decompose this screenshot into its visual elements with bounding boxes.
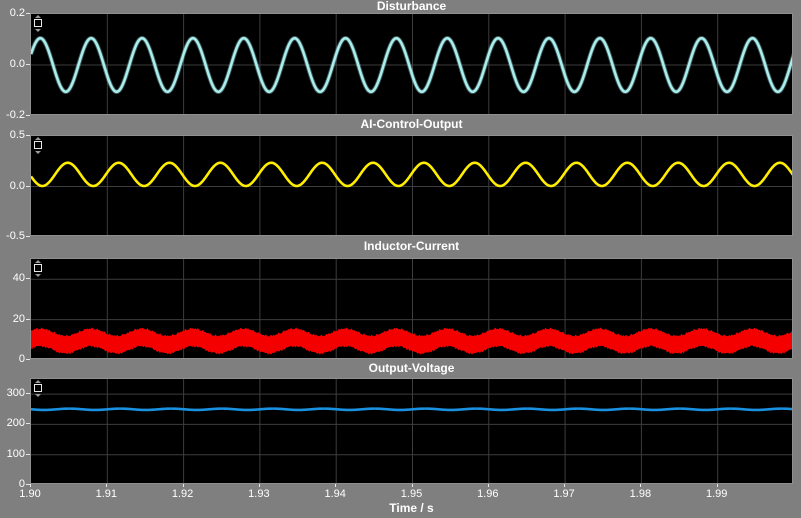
plot-title-inductor-current: Inductor-Current [363,239,460,253]
x-tick-mark [564,484,566,487]
x-tick-label: 1.93 [248,488,270,500]
pan-handle-icon [33,141,42,149]
output-voltage-waveform-svg [31,379,792,483]
ai-control-output-trace [31,161,792,188]
y-tick-mark [26,236,30,237]
x-tick-label: 1.92 [171,488,194,500]
plot-title-disturbance: Disturbance [376,0,447,13]
x-tick-label: 1.96 [477,488,499,500]
pan-up-icon [34,380,41,383]
axes-pan-widget[interactable] [33,15,42,32]
pan-down-icon [34,29,41,32]
x-tick-mark [335,484,337,487]
y-tick-label: 20 [12,312,25,325]
output-voltage-plot-area[interactable] [30,378,793,484]
pan-down-icon [34,274,41,277]
y-tick-mark [26,484,30,485]
y-tick-mark [26,64,30,65]
y-tick-mark [26,359,30,360]
x-tick-label: 1.94 [324,488,346,500]
y-tick-label: -0.2 [6,109,25,121]
x-tick-mark [487,484,489,487]
plot-title-ai-control-output: AI-Control-Output [360,117,463,131]
y-tick-label: 200 [6,417,25,430]
y-tick-mark [26,393,30,395]
pan-down-icon [34,151,41,154]
x-tick-mark [182,484,184,487]
inductor-current-trace [31,327,792,355]
y-tick-mark [26,453,30,455]
y-tick-label: 40 [12,272,25,285]
y-tick-mark [26,115,30,116]
y-tick-label: 0 [18,353,25,365]
pan-handle-icon [33,19,42,27]
plot-title-output-voltage: Output-Voltage [368,361,455,375]
disturbance-waveform-svg [31,14,792,114]
y-tick-mark [26,423,30,425]
y-tick-mark [26,135,30,136]
scope-window: Disturbance AI-Control-Output Inductor-Cur… [0,0,801,518]
pan-up-icon [34,137,41,140]
y-tick-label: 0 [18,478,25,490]
x-tick-label: 1.97 [553,488,575,500]
x-tick-label: 1.95 [400,488,423,500]
x-tick-label: 1.91 [95,488,117,500]
y-tick-mark [26,278,30,280]
y-tick-label: 0.0 [9,58,25,70]
y-tick-label: 100 [6,447,25,460]
inductor-current-waveform-svg [31,259,792,358]
pan-down-icon [34,394,41,397]
y-tick-label: 0.0 [9,179,25,192]
y-tick-label: 300 [6,387,25,400]
x-tick-label: 1.98 [629,488,652,500]
pan-handle-icon [33,264,42,272]
ai-control-output-plot-area[interactable] [30,135,793,236]
y-tick-label: 0.5 [9,129,25,141]
y-tick-label: 0.2 [9,7,25,19]
output-voltage-trace [31,407,792,412]
x-tick-mark [30,484,31,487]
axes-pan-widget[interactable] [33,380,42,397]
pan-up-icon [34,15,41,18]
pan-handle-icon [33,384,42,392]
x-tick-label: 1.99 [705,488,728,500]
disturbance-plot-area[interactable] [30,13,793,115]
y-tick-mark [26,13,30,14]
ai-control-output-waveform-svg [31,136,792,235]
x-tick-mark [716,484,718,487]
x-tick-mark [106,484,108,487]
pan-up-icon [34,260,41,263]
y-tick-label: -0.5 [6,230,25,242]
x-tick-mark [258,484,260,487]
y-tick-mark [26,185,30,187]
y-tick-mark [26,318,30,320]
inductor-current-plot-area[interactable] [30,258,793,359]
axes-pan-widget[interactable] [33,137,42,154]
x-axis-label: Time / s [389,501,434,515]
axes-pan-widget[interactable] [33,260,42,277]
x-tick-mark [411,484,413,487]
x-tick-mark [640,484,642,487]
